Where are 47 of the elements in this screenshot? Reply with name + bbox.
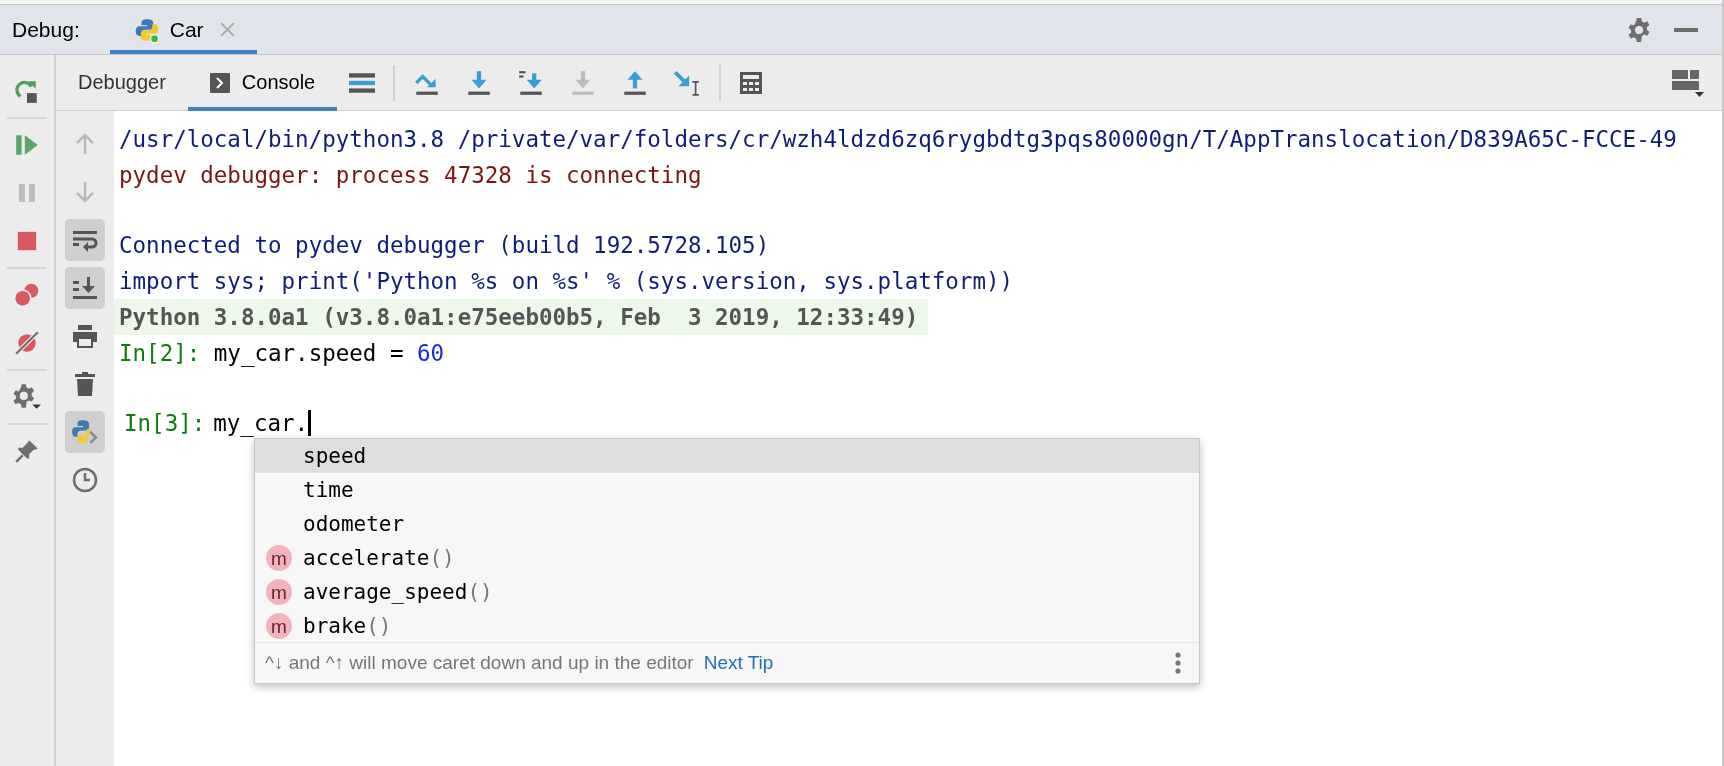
run-to-cursor-icon[interactable] <box>673 68 702 97</box>
printer-icon <box>72 324 98 348</box>
pin-icon[interactable] <box>14 438 40 464</box>
tip-text: ^↓ and ^↑ will move caret down and up in the editor <box>265 652 694 674</box>
more-icon[interactable] <box>1175 652 1181 674</box>
soft-wrap-icon <box>72 228 98 252</box>
next-tip-link[interactable]: Next Tip <box>703 652 774 674</box>
method-badge: m <box>266 613 292 639</box>
console-input[interactable]: my_car. <box>213 410 309 436</box>
input-prompt: In[3]: <box>124 410 206 436</box>
method-badge: m <box>266 579 292 605</box>
mute-breakpoints-icon[interactable] <box>14 330 40 356</box>
trash-icon <box>74 372 96 396</box>
scroll-to-end-icon <box>72 276 98 300</box>
completion-item[interactable]: m average_speed() <box>255 575 1199 609</box>
scroll-end-button[interactable] <box>65 267 105 309</box>
console-line: In[2]: my_car.speed = 60 <box>118 339 446 369</box>
down-arrow-icon <box>73 180 97 204</box>
console-line: pydev debugger: process 47328 is connecting <box>118 161 703 190</box>
panel-tab[interactable]: Console <box>187 54 338 111</box>
python-button[interactable] <box>65 411 105 453</box>
python-icon <box>133 16 160 43</box>
completion-item[interactable]: speed <box>255 439 1199 473</box>
panel-tab[interactable]: Debugger <box>56 54 188 111</box>
completion-item[interactable]: m brake() <box>255 609 1199 642</box>
completion-item[interactable]: m accelerate() <box>255 541 1199 575</box>
rerun-icon[interactable] <box>14 78 40 104</box>
method-badge: m <box>266 545 292 571</box>
text-caret <box>308 410 312 436</box>
debug-label: Debug: <box>12 17 80 42</box>
wrap-button[interactable] <box>65 219 105 261</box>
completion-item[interactable]: time <box>255 473 1199 507</box>
settings-icon[interactable] <box>1626 16 1652 43</box>
calculator-icon[interactable] <box>739 70 764 95</box>
layout-icon[interactable] <box>1672 67 1704 98</box>
stop-icon[interactable] <box>16 230 38 252</box>
breakpoints-icon[interactable] <box>14 282 40 308</box>
console-icon <box>209 72 230 93</box>
clock-icon <box>72 467 98 493</box>
settings-icon[interactable] <box>12 383 42 411</box>
console-line: /usr/local/bin/python3.8 /private/var/folders/cr/wzh4ldzd6zq6rygbdtg3pqs80000gn/T/AppTranslocation/D839A65C-FCCE-49 <box>118 125 1678 154</box>
resume-icon[interactable] <box>14 132 40 158</box>
console-line: import sys; print('Python %s on %s' % (sys.version, sys.platform)) <box>118 267 1015 296</box>
python-console-icon <box>71 418 99 446</box>
minimize-icon[interactable] <box>1674 26 1698 33</box>
console-line: Connected to pydev debugger (build 192.5728.105) <box>118 231 771 260</box>
completion-item[interactable]: odometer <box>255 507 1199 541</box>
